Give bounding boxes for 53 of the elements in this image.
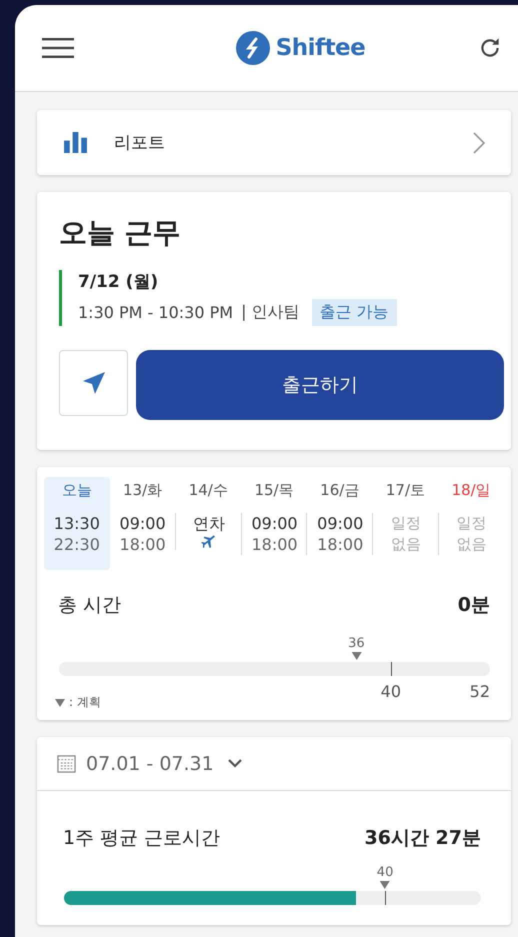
shift-date: 7/12 (월): [78, 271, 160, 293]
calendar-icon: [57, 754, 76, 773]
chevron-down-icon: [228, 759, 242, 768]
start-time: 09:00: [120, 513, 166, 534]
end-time: 22:30: [54, 534, 100, 555]
shift-time: 1:30 PM - 10:30 PM: [78, 303, 234, 322]
date-range-dropdown[interactable]: 07.01 - 07.31: [86, 752, 242, 774]
bar-chart-icon: [64, 132, 87, 153]
airplane-icon: [200, 534, 217, 550]
location-button[interactable]: [59, 350, 128, 416]
logo-text: Shiftee: [276, 35, 366, 61]
status-tag: 출근 가능: [312, 299, 397, 326]
day-label: 16/금: [320, 481, 360, 501]
clock-in-button[interactable]: 출근하기: [136, 350, 504, 420]
no-schedule-text: 일정 없음: [456, 513, 487, 555]
total-label: 총 시간: [58, 593, 122, 618]
day-label: 15/목: [254, 481, 294, 501]
end-time: 18:00: [251, 534, 298, 555]
chevron-right-icon: [473, 132, 485, 154]
total-value: 0분: [458, 593, 490, 618]
card-title: 오늘 근무: [59, 215, 182, 251]
average-label: 1주 평균 근로시간: [63, 826, 220, 851]
report-row[interactable]: 리포트: [37, 110, 511, 175]
planned-label: 36: [348, 636, 365, 652]
triangle-icon: [55, 698, 65, 706]
day-label: 17/토: [386, 481, 426, 501]
day-label: 오늘: [62, 481, 92, 501]
start-time: 09:00: [251, 513, 298, 534]
logo-icon: [236, 31, 270, 65]
planned-label: 40: [376, 865, 394, 881]
average-value: 36시간 27분: [364, 826, 481, 851]
send-icon: [82, 371, 106, 395]
day-label: 13/화: [123, 481, 162, 501]
day-label: 18/일: [452, 481, 491, 501]
day-column[interactable]: 16/금 09:00 18:00: [306, 477, 373, 570]
day-label: 14/수: [188, 481, 228, 501]
day-column[interactable]: 15/목 09:00 18:00: [241, 477, 307, 570]
end-time: 18:00: [120, 534, 166, 555]
day-column[interactable]: 17/토 일정 없음: [372, 477, 438, 570]
day-column[interactable]: 오늘 13:30 22:30: [44, 477, 110, 570]
day-column[interactable]: 13/화 09:00 18:00: [110, 477, 176, 570]
start-time: 13:30: [54, 513, 100, 534]
end-time: 18:00: [317, 534, 364, 555]
team-name: | 인사팀: [241, 302, 300, 323]
tick-label: 40: [380, 682, 402, 701]
menu-icon[interactable]: [42, 38, 74, 58]
legend-text: : 계획: [69, 694, 101, 711]
no-schedule-text: 일정 없음: [390, 513, 421, 555]
tick-label: 52: [470, 682, 490, 701]
day-column[interactable]: 18/일 일정 없음: [438, 477, 504, 570]
day-column[interactable]: 14/수 연차: [175, 477, 242, 570]
leave-label: 연차: [192, 513, 225, 534]
start-time: 09:00: [317, 513, 364, 534]
